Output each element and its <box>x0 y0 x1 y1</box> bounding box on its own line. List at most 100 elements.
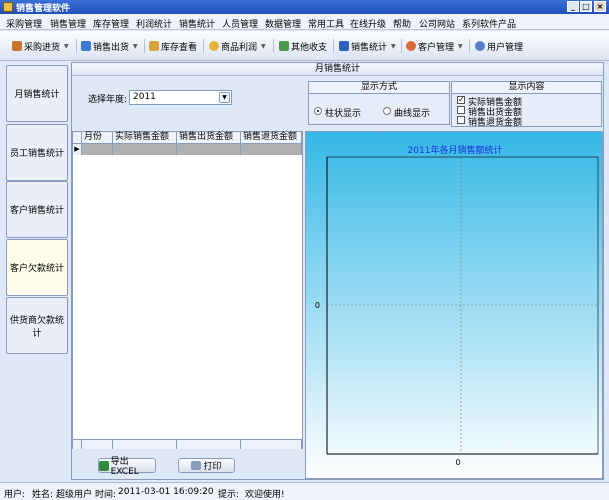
menu-stock[interactable]: 库存管理 <box>93 17 129 30</box>
title-bar: 销售管理软件 _ □ × <box>0 0 609 14</box>
grid-footer <box>82 439 113 449</box>
grid-footer <box>73 439 82 449</box>
menu-sales-stats[interactable]: 销售统计 <box>179 17 215 30</box>
status-bar: 用户: 姓名: 超级用户 时间: 2011-03-01 16:09:20 提示:… <box>0 482 609 500</box>
menu-products[interactable]: 系列软件产品 <box>462 17 516 30</box>
chart-panel: 2011年各月销售额统计 0 0 <box>305 131 603 479</box>
table-row[interactable] <box>241 144 302 155</box>
users-icon <box>475 41 485 51</box>
window-title: 销售管理软件 <box>16 4 71 14</box>
display-mode-title: 显示方式 <box>309 82 449 94</box>
close-button[interactable]: × <box>594 1 606 12</box>
sales-out-checkbox[interactable] <box>457 106 465 114</box>
sales-out-button[interactable]: 销售出货 ▼ <box>81 38 138 54</box>
menu-staff[interactable]: 人员管理 <box>222 17 258 30</box>
page-title: 月销售统计 <box>72 63 603 76</box>
chart-icon <box>339 41 349 51</box>
status-name-label: 姓名: <box>32 490 54 500</box>
column-header-return[interactable]: 销售退货金额 <box>241 132 302 144</box>
status-hint-label: 提示: <box>218 490 240 500</box>
y-tick-label: 0 <box>315 301 320 310</box>
menu-bar: 采购管理 销售管理 库存管理 利润统计 销售统计 人员管理 数据管理 常用工具 … <box>0 14 609 30</box>
row-pointer-icon: ▶ <box>73 144 82 155</box>
display-mode-group: 显示方式 柱状显示 曲线显示 <box>308 81 450 125</box>
menu-profit[interactable]: 利润统计 <box>136 17 172 30</box>
chevron-down-icon: ▼ <box>458 42 463 50</box>
sales-return-label: 销售退货金额 <box>468 118 523 128</box>
sales-icon <box>81 41 91 51</box>
stock-view-label: 库存查看 <box>161 42 198 53</box>
toolbar-separator <box>401 39 402 53</box>
grid-corner <box>73 132 82 144</box>
maximize-button[interactable]: □ <box>580 1 592 12</box>
menu-data[interactable]: 数据管理 <box>265 17 301 30</box>
print-button[interactable]: 打印 <box>178 458 235 473</box>
export-excel-button[interactable]: 导出EXCEL <box>98 457 156 477</box>
actual-sales-checkbox[interactable]: ✓ <box>457 96 465 104</box>
money-icon <box>279 41 289 51</box>
grid-footer <box>177 439 241 449</box>
nav-supplier-debt[interactable]: 供货商欠款统计 <box>6 297 68 354</box>
column-header-out[interactable]: 销售出货金额 <box>177 132 241 144</box>
other-income-label: 其他收支 <box>291 42 328 53</box>
display-content-title: 显示内容 <box>452 82 601 94</box>
print-label: 打印 <box>203 462 222 472</box>
x-tick-label: 0 <box>455 458 460 467</box>
minimize-button[interactable]: _ <box>567 1 579 12</box>
chevron-down-icon: ▼ <box>133 42 138 50</box>
sales-out-label: 销售出货 <box>93 42 130 53</box>
purchase-button[interactable]: 采购进货 ▼ <box>12 38 69 54</box>
stock-view-button[interactable]: 库存查看 <box>149 38 197 54</box>
year-value: 2011 <box>133 92 156 102</box>
menu-purchase[interactable]: 采购管理 <box>6 17 42 30</box>
nav-staff-sales[interactable]: 员工销售统计 <box>6 124 68 181</box>
nav-customer-debt[interactable]: 客户欠款统计 <box>6 239 68 296</box>
year-select[interactable]: 2011 ▼ <box>129 90 232 105</box>
printer-icon <box>191 461 202 470</box>
sales-stats-button[interactable]: 销售统计 ▼ <box>339 38 396 54</box>
customer-label: 客户管理 <box>418 42 455 53</box>
toolbar-separator <box>469 39 470 53</box>
bar-mode-radio[interactable] <box>314 107 322 115</box>
grid-footer <box>113 439 177 449</box>
chevron-down-icon: ▼ <box>64 42 69 50</box>
column-header-actual[interactable]: 实际销售金额 <box>113 132 177 144</box>
toolbar-separator <box>76 39 77 53</box>
year-label: 选择年度: <box>88 95 128 105</box>
display-content-group: 显示内容 ✓ 实际销售金额 销售出货金额 销售退货金额 <box>451 81 602 128</box>
export-excel-label: 导出EXCEL <box>110 457 139 477</box>
chevron-down-icon: ▼ <box>261 42 266 50</box>
other-income-button[interactable]: 其他收支 <box>279 38 327 54</box>
status-user-label: 用户: <box>4 490 26 500</box>
menu-sales[interactable]: 销售管理 <box>50 17 86 30</box>
sales-return-checkbox[interactable] <box>457 116 465 124</box>
data-grid[interactable]: 月份 实际销售金额 销售出货金额 销售退货金额 ▶ <box>72 131 303 449</box>
table-row[interactable] <box>177 144 241 155</box>
plot-area <box>326 156 599 455</box>
line-mode-label: 曲线显示 <box>394 109 431 119</box>
nav-monthly-sales[interactable]: 月销售统计 <box>6 65 68 122</box>
toolbar-separator <box>203 39 204 53</box>
users-button[interactable]: 用户管理 <box>475 38 523 54</box>
bar-mode-label: 柱状显示 <box>325 109 362 119</box>
table-row[interactable] <box>82 144 113 155</box>
profit-label: 商品利润 <box>221 42 258 53</box>
line-mode-radio[interactable] <box>383 107 391 115</box>
users-label: 用户管理 <box>487 42 524 53</box>
nav-customer-sales[interactable]: 客户销售统计 <box>6 181 68 238</box>
profit-button[interactable]: 商品利润 ▼ <box>209 38 266 54</box>
column-header-month[interactable]: 月份 <box>82 132 113 144</box>
excel-icon <box>99 460 109 471</box>
toolbar-separator <box>333 39 334 53</box>
chart-svg: 2011年各月销售额统计 0 0 <box>315 144 599 467</box>
sales-stats-label: 销售统计 <box>351 42 388 53</box>
menu-tools[interactable]: 常用工具 <box>308 17 344 30</box>
menu-upgrade[interactable]: 在线升级 <box>350 17 386 30</box>
menu-help[interactable]: 帮助 <box>393 17 411 30</box>
table-row[interactable] <box>113 144 177 155</box>
customer-icon <box>406 41 416 51</box>
customer-button[interactable]: 客户管理 ▼ <box>406 38 463 54</box>
status-time-value: 2011-03-01 16:09:20 <box>118 487 214 497</box>
chevron-down-icon[interactable]: ▼ <box>219 92 230 103</box>
menu-website[interactable]: 公司网站 <box>419 17 455 30</box>
